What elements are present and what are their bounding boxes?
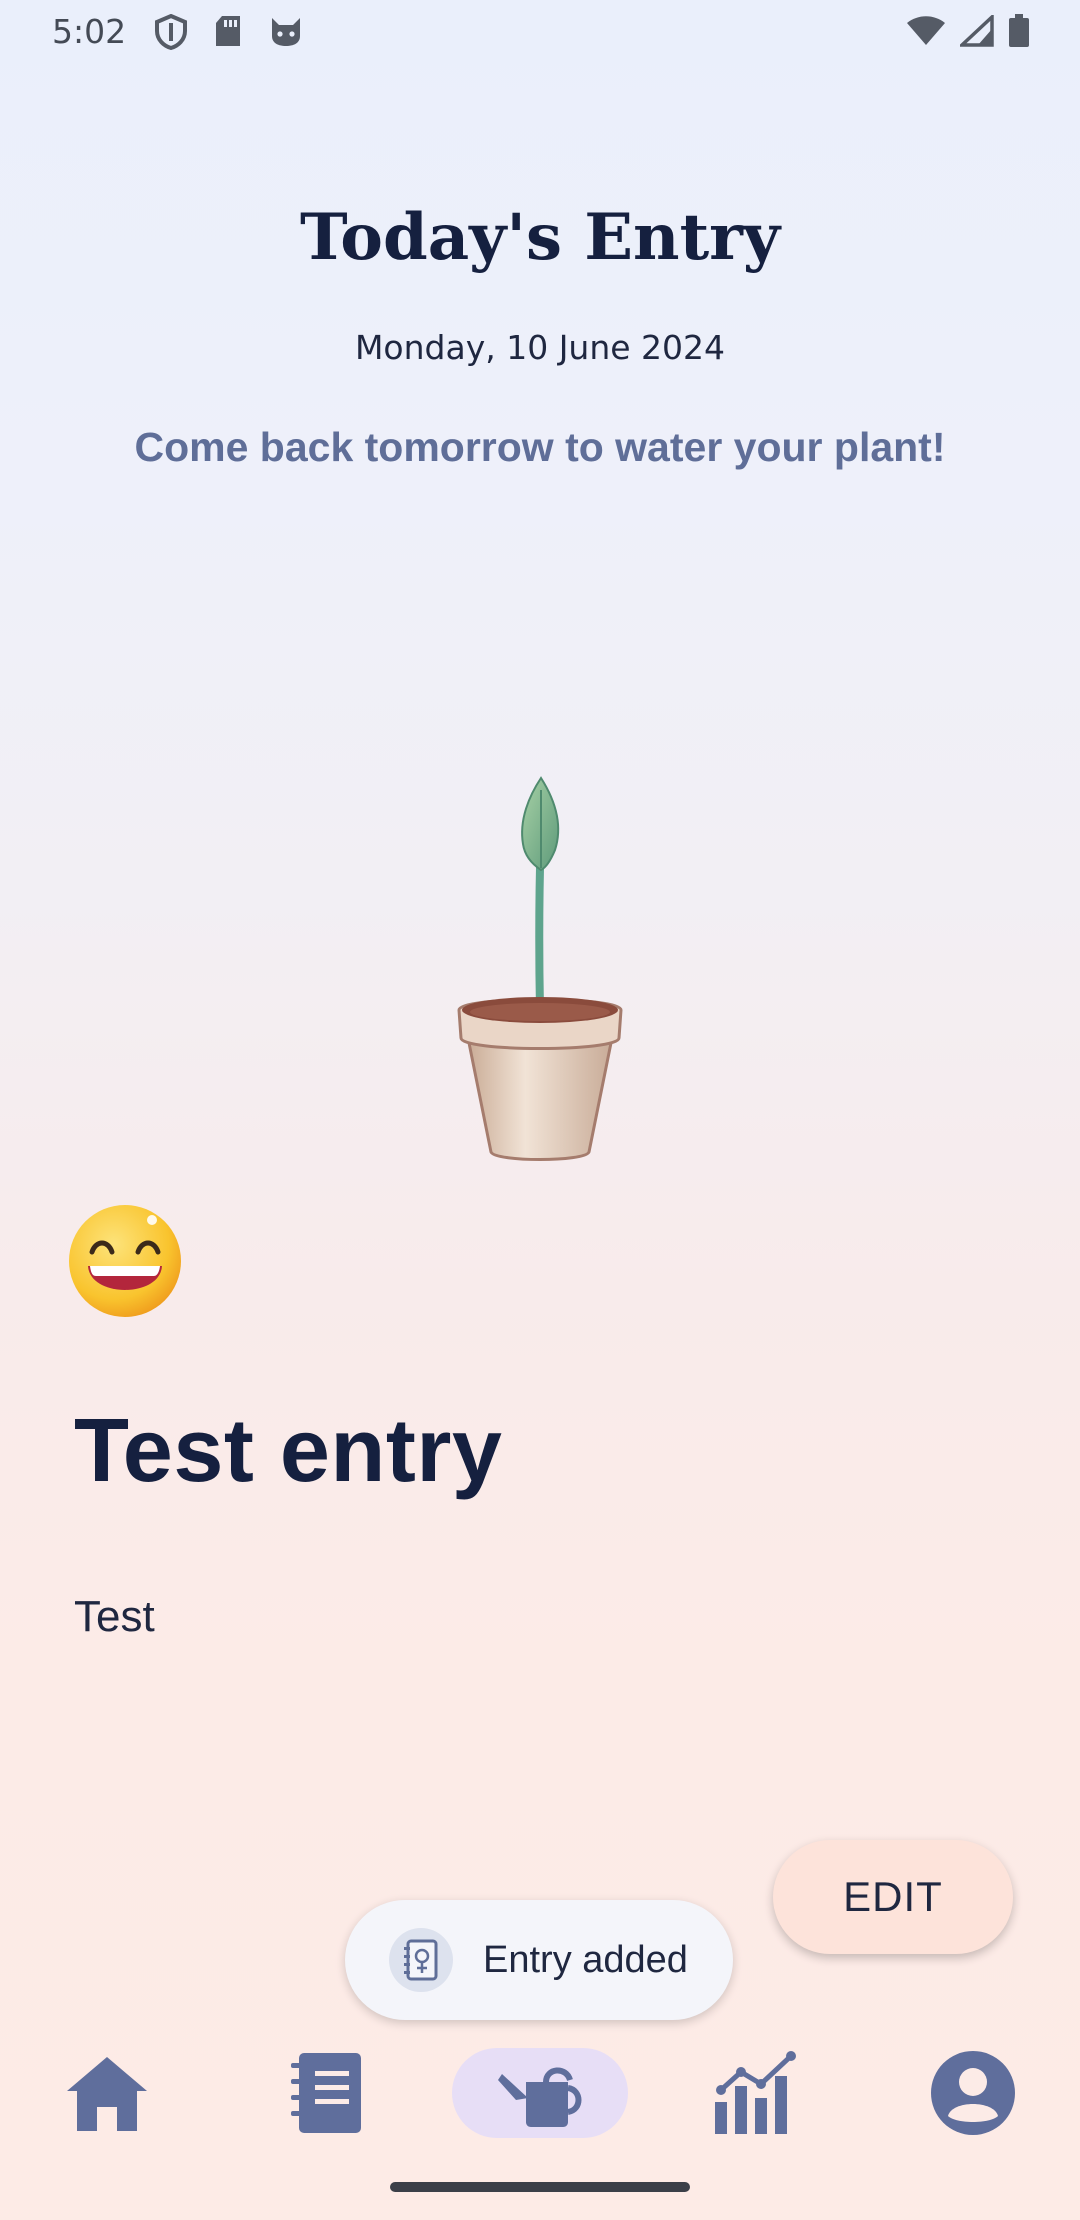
nav-stats[interactable]	[700, 2048, 810, 2138]
cat-face-icon	[268, 14, 304, 50]
journal-book-icon	[389, 1928, 453, 1992]
entry-title: Test entry	[74, 1401, 503, 1501]
home-icon	[67, 2057, 147, 2131]
status-time: 5:02	[52, 12, 127, 51]
nav-water[interactable]	[452, 2048, 628, 2138]
battery-icon	[1008, 14, 1030, 48]
wifi-icon	[906, 15, 946, 47]
bottom-nav	[0, 2030, 1080, 2160]
potted-sprout-icon	[445, 770, 635, 1165]
status-bar: 5:02	[0, 0, 1080, 66]
profile-icon	[931, 2051, 1015, 2135]
water-reminder: Come back tomorrow to water your plant!	[134, 424, 946, 470]
nav-journal[interactable]	[270, 2048, 380, 2138]
nav-profile[interactable]	[918, 2048, 1028, 2138]
status-icons-right	[906, 14, 1030, 48]
toast-message: Entry added	[483, 1938, 688, 1981]
entry-date: Monday, 10 June 2024	[354, 328, 726, 367]
entry-body: Test	[74, 1592, 155, 1641]
cell-signal-icon	[960, 15, 994, 47]
grinning-face-emoji	[69, 1205, 181, 1317]
bar-chart-icon	[715, 2051, 796, 2134]
watering-can-icon	[498, 2067, 582, 2127]
status-icons-left	[154, 14, 304, 50]
notebook-icon	[291, 2053, 361, 2133]
snackbar-toast: Entry added	[345, 1900, 733, 2020]
edit-button[interactable]: EDIT	[773, 1840, 1013, 1954]
shield-icon	[154, 14, 188, 50]
mood-emoji	[66, 1202, 184, 1320]
home-indicator[interactable]	[390, 2182, 690, 2192]
page-title: Today's Entry	[299, 200, 781, 275]
nav-home[interactable]	[52, 2048, 162, 2138]
sd-card-icon	[214, 14, 242, 50]
